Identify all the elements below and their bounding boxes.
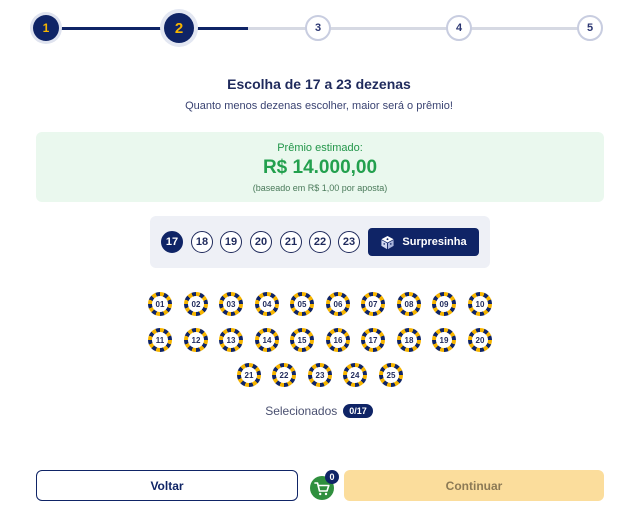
number-label: 24 [347, 367, 363, 383]
number-ball[interactable]: 20 [468, 328, 492, 352]
number-ball[interactable]: 18 [397, 328, 421, 352]
bet-size-selector: 17 18 19 20 21 22 23 Surpresinha [150, 216, 490, 268]
selected-label: Selecionados [265, 404, 338, 418]
number-ball[interactable]: 05 [290, 292, 314, 316]
cart-icon [310, 476, 334, 504]
size-option-17[interactable]: 17 [161, 231, 183, 253]
number-label: 14 [259, 332, 275, 348]
number-ball[interactable]: 22 [272, 363, 296, 387]
number-ball[interactable]: 16 [326, 328, 350, 352]
number-label: 11 [152, 332, 168, 348]
continue-button[interactable]: Continuar [344, 470, 604, 501]
number-label: 25 [383, 367, 399, 383]
number-ball[interactable]: 23 [308, 363, 332, 387]
selection-counter: Selecionados 0/17 [0, 404, 638, 418]
cart-button[interactable]: 0 [310, 470, 339, 500]
number-ball[interactable]: 25 [379, 363, 403, 387]
prize-label: Prêmio estimado: [277, 142, 363, 154]
number-ball[interactable]: 19 [432, 328, 456, 352]
step-2: 2 [164, 13, 194, 43]
number-ball[interactable]: 07 [361, 292, 385, 316]
number-ball[interactable]: 15 [290, 328, 314, 352]
progress-stepper: 1 2 3 4 5 [32, 13, 610, 43]
number-label: 10 [472, 296, 488, 312]
surprise-button[interactable]: Surpresinha [368, 228, 479, 256]
number-ball[interactable]: 17 [361, 328, 385, 352]
prize-note: (baseado em R$ 1,00 por aposta) [252, 183, 388, 193]
page-subtitle: Quanto menos dezenas escolher, maior ser… [185, 100, 453, 112]
stepper-line-done [46, 27, 180, 30]
step-4: 4 [446, 15, 472, 41]
number-ball[interactable]: 09 [432, 292, 456, 316]
number-ball[interactable]: 08 [397, 292, 421, 316]
number-label: 23 [312, 367, 328, 383]
number-label: 12 [188, 332, 204, 348]
number-label: 17 [365, 332, 381, 348]
number-ball[interactable]: 14 [255, 328, 279, 352]
number-ball[interactable]: 24 [343, 363, 367, 387]
estimated-prize-card: Prêmio estimado: R$ 14.000,00 (baseado e… [36, 132, 604, 202]
prize-value: R$ 14.000,00 [262, 157, 378, 178]
stepper-line-pending [248, 27, 596, 30]
number-ball[interactable]: 10 [468, 292, 492, 316]
cart-count-badge: 0 [325, 470, 339, 484]
number-ball[interactable]: 11 [148, 328, 172, 352]
number-label: 19 [436, 332, 452, 348]
number-ball[interactable]: 04 [255, 292, 279, 316]
size-option-20[interactable]: 20 [250, 231, 272, 253]
number-label: 20 [472, 332, 488, 348]
size-option-22[interactable]: 22 [309, 231, 331, 253]
page-title: Escolha de 17 a 23 dezenas [227, 76, 411, 92]
number-label: 16 [330, 332, 346, 348]
number-label: 02 [188, 296, 204, 312]
number-label: 06 [330, 296, 346, 312]
number-label: 03 [223, 296, 239, 312]
number-label: 01 [152, 296, 168, 312]
number-label: 18 [401, 332, 417, 348]
number-label: 07 [365, 296, 381, 312]
number-ball[interactable]: 03 [219, 292, 243, 316]
number-ball[interactable]: 06 [326, 292, 350, 316]
number-ball[interactable]: 21 [237, 363, 261, 387]
number-label: 09 [436, 296, 452, 312]
step-5: 5 [577, 15, 603, 41]
number-ball[interactable]: 13 [219, 328, 243, 352]
number-ball[interactable]: 02 [184, 292, 208, 316]
number-ball[interactable]: 01 [148, 292, 172, 316]
number-ball[interactable]: 12 [184, 328, 208, 352]
number-label: 15 [294, 332, 310, 348]
selected-count-badge: 0/17 [343, 404, 373, 418]
dice-icon [380, 235, 395, 250]
surprise-label: Surpresinha [402, 236, 467, 248]
size-option-19[interactable]: 19 [220, 231, 242, 253]
step-3: 3 [305, 15, 331, 41]
number-label: 13 [223, 332, 239, 348]
number-label: 21 [241, 367, 257, 383]
number-label: 05 [294, 296, 310, 312]
number-label: 22 [276, 367, 292, 383]
number-label: 08 [401, 296, 417, 312]
number-label: 04 [259, 296, 275, 312]
back-button[interactable]: Voltar [36, 470, 298, 501]
size-option-21[interactable]: 21 [280, 231, 302, 253]
size-option-23[interactable]: 23 [338, 231, 360, 253]
step-1[interactable]: 1 [33, 15, 59, 41]
size-option-18[interactable]: 18 [191, 231, 213, 253]
